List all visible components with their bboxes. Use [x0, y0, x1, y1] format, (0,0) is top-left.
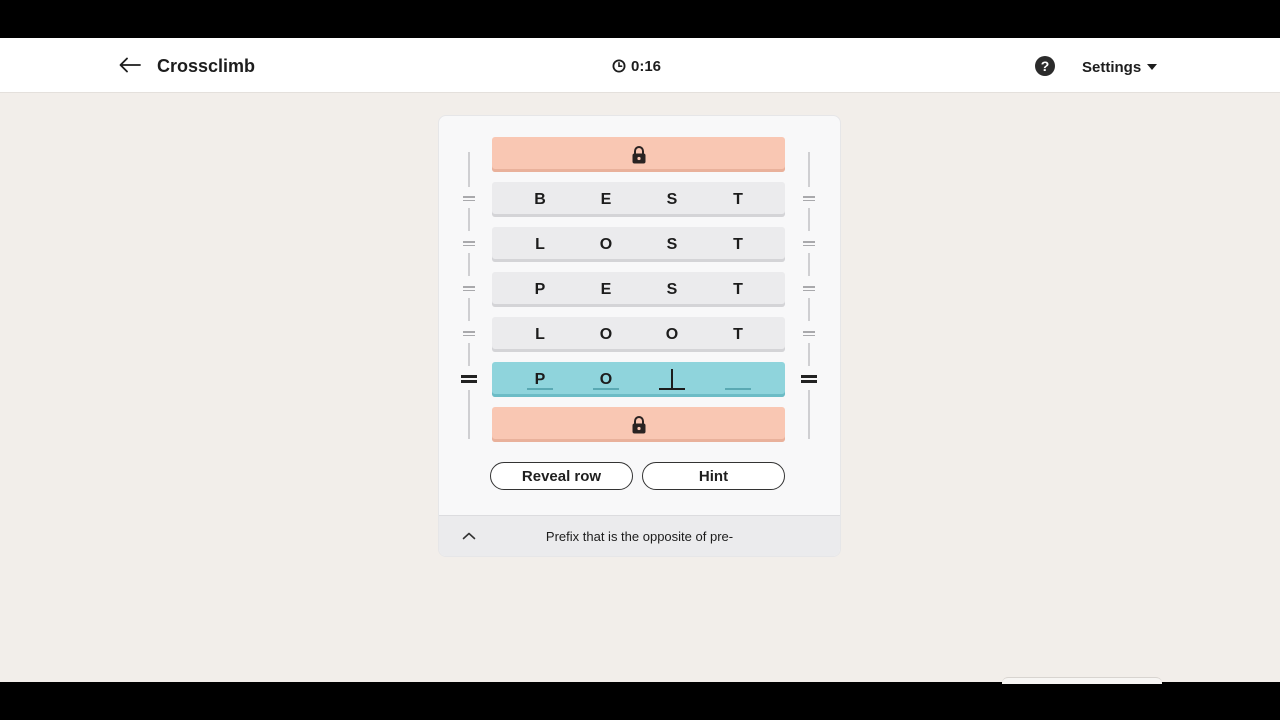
- game-screen: Crossclimb 0:16 ? Settings B E S T L O S…: [0, 38, 1280, 682]
- equal-icon: [463, 286, 475, 293]
- equal-icon-active: [461, 375, 477, 385]
- letter-cell: S: [666, 235, 678, 253]
- letter-cell: O: [599, 235, 613, 253]
- word-row[interactable]: L O O T: [492, 317, 785, 352]
- letter-cell: T: [733, 190, 743, 208]
- active-word-row[interactable]: P O: [492, 362, 785, 397]
- letter-cell: L: [535, 235, 545, 253]
- settings-label: Settings: [1082, 58, 1142, 76]
- settings-dropdown[interactable]: Settings: [1082, 57, 1158, 77]
- letter-input-focused[interactable]: [657, 362, 687, 397]
- letter-cell: S: [666, 280, 678, 298]
- page-title: Crossclimb: [157, 56, 256, 76]
- game-timer: 0:16: [612, 56, 661, 76]
- lock-icon: [632, 145, 646, 164]
- letter-cell: O: [665, 325, 679, 343]
- letter-cell: E: [600, 190, 612, 208]
- question-circle-icon: ?: [1040, 58, 1050, 74]
- letter-cell: T: [733, 280, 743, 298]
- letter-cell: T: [733, 325, 743, 343]
- equal-icon-active: [801, 375, 817, 385]
- word-row[interactable]: L O S T: [492, 227, 785, 262]
- letter-cell: O: [599, 325, 613, 343]
- help-button[interactable]: ?: [1035, 56, 1055, 76]
- equal-icon: [803, 286, 815, 293]
- clue-text: Prefix that is the opposite of pre-: [545, 529, 734, 544]
- letter-underline: [593, 388, 619, 390]
- letter-value: O: [599, 370, 613, 388]
- letter-input[interactable]: [723, 362, 753, 397]
- letter-value: P: [534, 370, 546, 388]
- equal-icon: [803, 241, 815, 248]
- clue-bar: Prefix that is the opposite of pre-: [439, 515, 840, 556]
- word-row[interactable]: B E S T: [492, 182, 785, 217]
- word-row[interactable]: P E S T: [492, 272, 785, 307]
- right-connector-rail: [797, 152, 821, 439]
- equal-icon: [463, 331, 475, 338]
- letter-input[interactable]: P: [525, 362, 555, 397]
- letter-cell: P: [534, 280, 546, 298]
- letter-input[interactable]: O: [591, 362, 621, 397]
- letter-cell: L: [535, 325, 545, 343]
- caret-down-icon: [1147, 64, 1158, 70]
- game-board-card: B E S T L O S T P E S T L O O T P O Reve…: [438, 115, 841, 557]
- back-button[interactable]: [116, 53, 144, 77]
- letter-cell: E: [600, 280, 612, 298]
- equal-icon: [463, 196, 475, 203]
- letter-underline: [725, 388, 751, 390]
- letter-cell: B: [534, 190, 546, 208]
- arrow-left-icon: [119, 57, 141, 73]
- equal-icon: [463, 241, 475, 248]
- text-cursor: [671, 369, 673, 389]
- reveal-row-button[interactable]: Reveal row: [490, 462, 633, 490]
- letter-cell: T: [733, 235, 743, 253]
- lock-icon: [632, 415, 646, 434]
- equal-icon: [803, 196, 815, 203]
- letter-underline: [659, 388, 685, 390]
- equal-icon: [803, 331, 815, 338]
- bottom-right-panel-edge: [1002, 677, 1162, 684]
- hint-button[interactable]: Hint: [642, 462, 785, 490]
- letter-cell: S: [666, 190, 678, 208]
- letter-underline: [527, 388, 553, 390]
- left-connector-rail: [457, 152, 481, 439]
- top-bar: Crossclimb 0:16 ? Settings: [0, 38, 1280, 93]
- timer-value: 0:16: [631, 57, 662, 75]
- locked-bottom-row: [492, 407, 785, 442]
- clock-icon: [612, 59, 626, 73]
- locked-top-row: [492, 137, 785, 172]
